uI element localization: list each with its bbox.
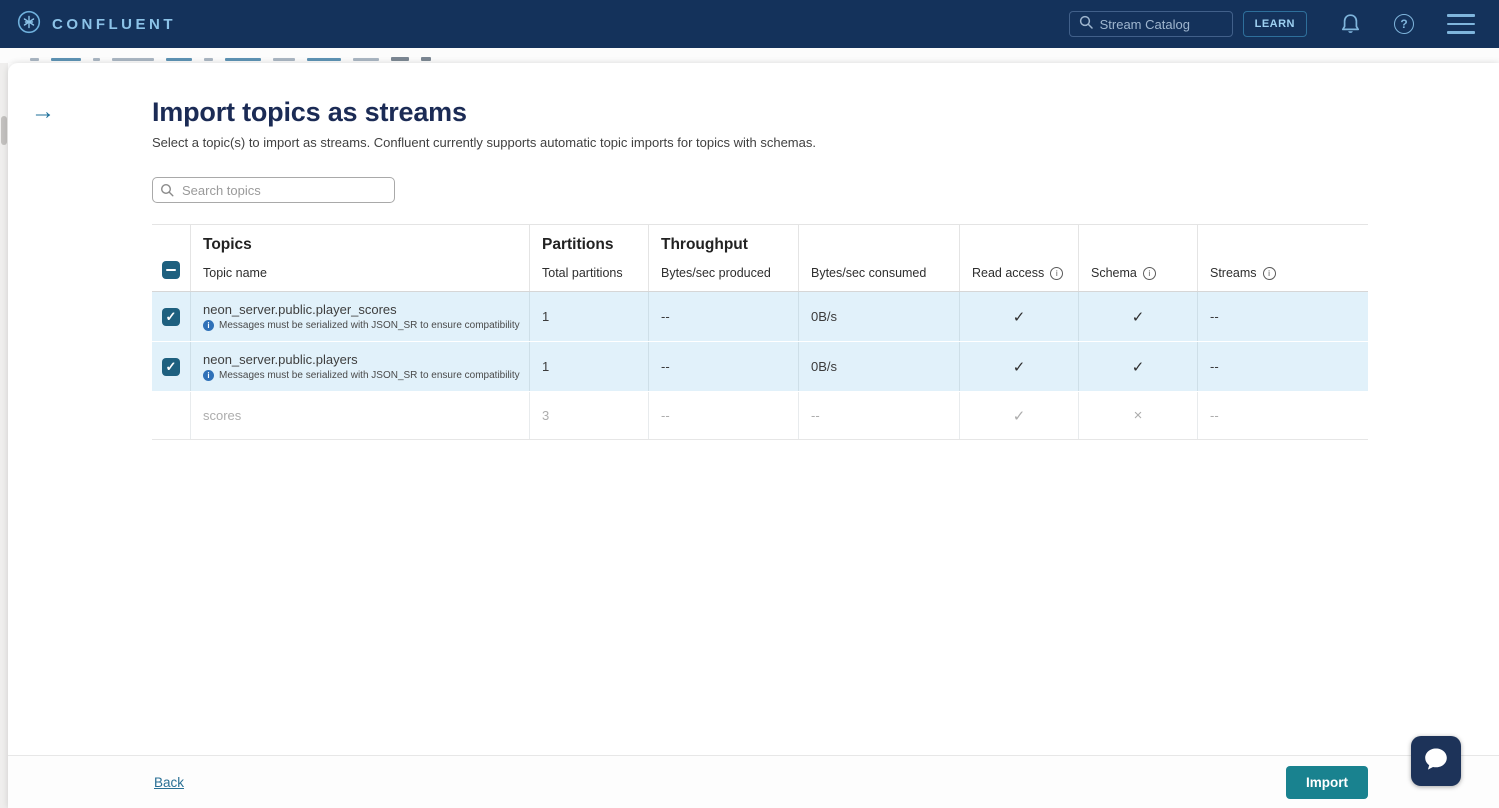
chat-launcher[interactable]: [1411, 736, 1461, 786]
streams-cell: --: [1197, 292, 1368, 341]
bytes-consumed-cell: --: [798, 392, 959, 439]
back-link[interactable]: Back: [154, 775, 184, 790]
partitions-cell: 1: [529, 292, 648, 341]
col-bytes-consumed: Bytes/sec consumed: [798, 225, 959, 291]
col-read-access: Read accessi: [959, 225, 1078, 291]
topics-table: Topics Topic name Partitions Total parti…: [152, 224, 1368, 440]
search-icon: [1079, 15, 1093, 34]
topic-cell: neon_server.public.player_scores iMessage…: [190, 292, 529, 341]
info-icon[interactable]: i: [1263, 267, 1276, 280]
page-subtitle: Select a topic(s) to import as streams. …: [152, 135, 1499, 150]
row-checkbox[interactable]: ✓: [162, 308, 180, 326]
row-checkbox-cell[interactable]: ✓: [152, 292, 190, 341]
partitions-cell: 1: [529, 342, 648, 391]
streams-cell: --: [1197, 392, 1368, 439]
breadcrumb-remnant: [30, 57, 431, 61]
topic-note: iMessages must be serialized with JSON_S…: [203, 370, 520, 381]
import-button[interactable]: Import: [1286, 766, 1368, 799]
learn-button[interactable]: LEARN: [1243, 11, 1307, 37]
top-navbar: CONFLUENT LEARN ?: [0, 0, 1499, 48]
bytes-produced-cell: --: [648, 392, 798, 439]
select-all-cell: [152, 225, 190, 291]
collapse-panel-arrow-icon[interactable]: →: [31, 100, 55, 124]
page-title: Import topics as streams: [152, 97, 1499, 128]
schema-cell: ✓: [1078, 292, 1197, 341]
schema-cell: ✓: [1078, 342, 1197, 391]
row-checkbox[interactable]: ✓: [162, 358, 180, 376]
col-bytes-produced: Throughput Bytes/sec produced: [648, 225, 798, 291]
stream-catalog-input[interactable]: [1100, 17, 1210, 32]
col-streams: Streamsi: [1197, 225, 1368, 291]
stream-catalog-search[interactable]: [1069, 11, 1233, 37]
info-icon: i: [203, 320, 214, 331]
row-checkbox-cell[interactable]: ✓: [152, 342, 190, 391]
table-row[interactable]: ✓ neon_server.public.player_scores iMessag…: [152, 292, 1368, 341]
row-checkbox-cell: [152, 392, 190, 439]
bytes-consumed-cell: 0B/s: [798, 292, 959, 341]
streams-cell: --: [1197, 342, 1368, 391]
breadcrumb-clipped: [0, 48, 1499, 63]
topic-name: neon_server.public.players: [203, 352, 358, 367]
page-scrollbar: [0, 63, 8, 808]
navbar-actions: LEARN ?: [1069, 11, 1475, 37]
topic-cell: neon_server.public.players iMessages must…: [190, 342, 529, 391]
import-topics-panel: → Import topics as streams Select a topi…: [8, 63, 1499, 808]
confluent-spark-icon: [17, 10, 41, 39]
partitions-cell: 3: [529, 392, 648, 439]
confluent-logo[interactable]: CONFLUENT: [17, 10, 176, 39]
topic-name: scores: [203, 408, 241, 423]
info-icon[interactable]: i: [1143, 267, 1156, 280]
topic-search-input[interactable]: [152, 177, 395, 203]
scrollbar-thumb[interactable]: [1, 116, 7, 145]
info-icon: i: [203, 370, 214, 381]
info-icon[interactable]: i: [1050, 267, 1063, 280]
table-header: Topics Topic name Partitions Total parti…: [152, 224, 1368, 292]
panel-footer: Back Import: [8, 755, 1499, 808]
col-topics: Topics Topic name: [190, 225, 529, 291]
bytes-produced-cell: --: [648, 342, 798, 391]
col-partitions: Partitions Total partitions: [529, 225, 648, 291]
read-access-cell: ✓: [959, 392, 1078, 439]
table-row[interactable]: ✓ neon_server.public.players iMessages mus…: [152, 342, 1368, 391]
search-icon: [160, 183, 174, 197]
schema-cell: ×: [1078, 392, 1197, 439]
notifications-bell-icon[interactable]: [1340, 13, 1361, 36]
help-icon[interactable]: ?: [1394, 14, 1414, 34]
brand-name: CONFLUENT: [52, 16, 176, 33]
read-access-cell: ✓: [959, 342, 1078, 391]
select-all-checkbox[interactable]: [162, 261, 180, 279]
bytes-produced-cell: --: [648, 292, 798, 341]
table-row[interactable]: scores3----✓×--: [152, 392, 1368, 440]
col-schema: Schemai: [1078, 225, 1197, 291]
topic-cell: scores: [190, 392, 529, 439]
chat-bubble-icon: [1421, 744, 1451, 779]
menu-icon[interactable]: [1447, 14, 1475, 33]
topic-search: [152, 177, 395, 203]
topic-note: iMessages must be serialized with JSON_S…: [203, 320, 520, 331]
topic-name: neon_server.public.player_scores: [203, 302, 397, 317]
bytes-consumed-cell: 0B/s: [798, 342, 959, 391]
read-access-cell: ✓: [959, 292, 1078, 341]
table-body: ✓ neon_server.public.player_scores iMessag…: [152, 292, 1368, 440]
